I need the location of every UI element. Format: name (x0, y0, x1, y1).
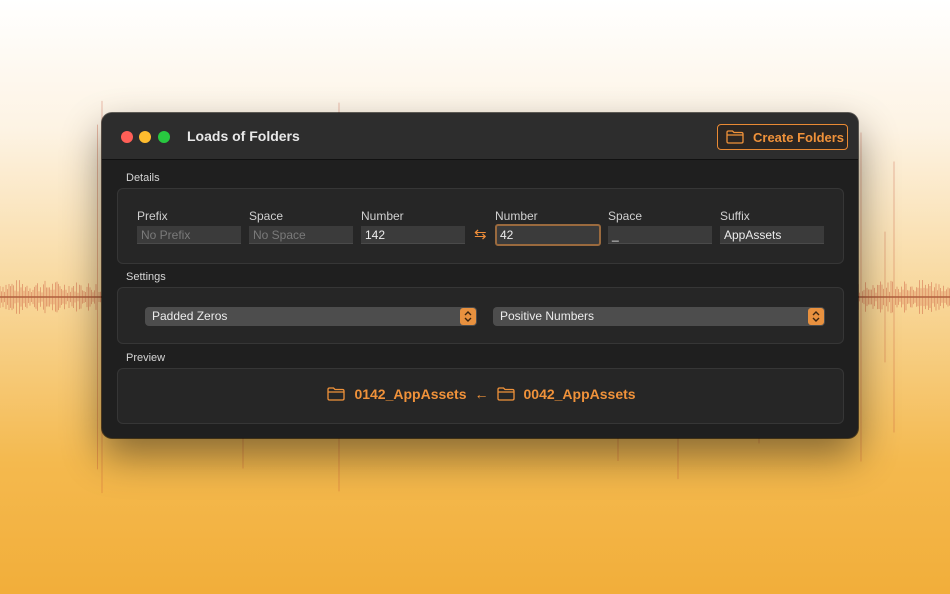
settings-group: Padded Zeros Positive Numbers (117, 287, 844, 344)
title-bar: Loads of Folders Create Folders (102, 113, 858, 160)
number-left-input[interactable]: 142 (361, 226, 465, 244)
create-folders-button[interactable]: Create Folders (717, 124, 848, 150)
number-left-label: Number (361, 209, 404, 223)
folder-icon (496, 387, 515, 401)
stepper-icon (808, 308, 824, 325)
suffix-label: Suffix (720, 209, 750, 223)
suffix-input[interactable]: AppAssets (720, 226, 824, 244)
prefix-label: Prefix (137, 209, 168, 223)
window-title: Loads of Folders (187, 128, 300, 144)
sign-select-value: Positive Numbers (500, 309, 595, 323)
zoom-window-button[interactable] (158, 131, 170, 143)
padding-select[interactable]: Padded Zeros (145, 307, 477, 326)
settings-section-label: Settings (126, 271, 166, 283)
preview-section-label: Preview (126, 352, 166, 364)
space-right-input[interactable]: _ (608, 226, 712, 244)
number-right-label: Number (495, 209, 538, 223)
left-arrow-icon: ← (474, 386, 489, 402)
folder-icon (726, 130, 744, 144)
create-folders-label: Create Folders (753, 129, 845, 145)
stepper-icon (460, 308, 476, 325)
minimize-window-button[interactable] (139, 131, 151, 143)
space-left-input[interactable]: No Space (249, 226, 353, 244)
preview-old-name: 0042_AppAssets (523, 386, 636, 402)
details-section-label: Details (126, 172, 160, 184)
preview-row: 0142_AppAssets ← 0042_AppAssets (118, 386, 845, 402)
preview-new-name: 0142_AppAssets (354, 386, 467, 402)
space-left-label: Space (249, 209, 284, 223)
swap-icon[interactable]: ⇆ (474, 227, 487, 242)
details-group: Prefix No Prefix Space No Space Number 1… (117, 188, 844, 264)
close-window-button[interactable] (121, 131, 133, 143)
sign-select[interactable]: Positive Numbers (493, 307, 825, 326)
number-right-input[interactable]: 42 (495, 224, 601, 246)
preview-group: 0142_AppAssets ← 0042_AppAssets (117, 368, 844, 424)
prefix-input[interactable]: No Prefix (137, 226, 241, 244)
space-right-label: Space (608, 209, 643, 223)
app-window: Loads of Folders Create Folders Details … (102, 113, 858, 438)
padding-select-value: Padded Zeros (152, 309, 228, 323)
folder-icon (327, 387, 346, 401)
